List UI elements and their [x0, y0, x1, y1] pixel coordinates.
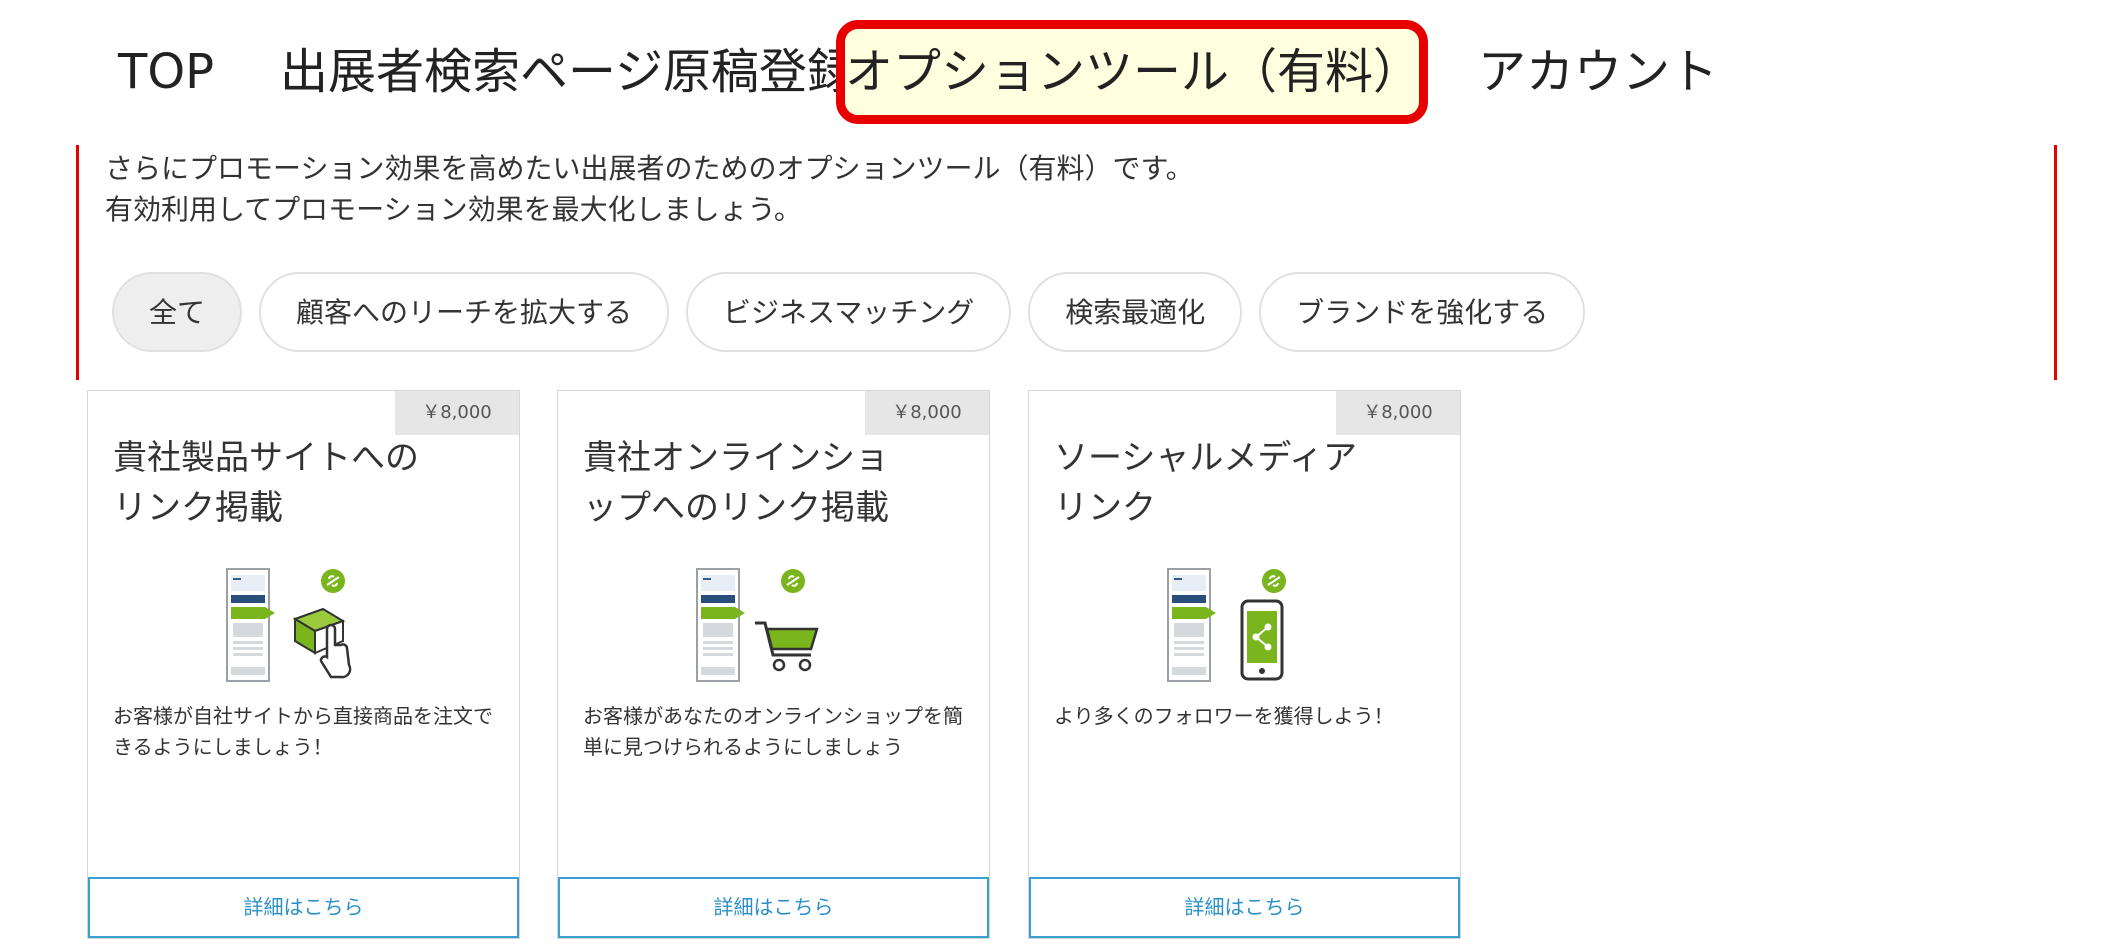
filter-expand-reach[interactable]: 顧客へのリーチを拡大する — [259, 272, 670, 352]
intro-text: さらにプロモーション効果を高めたい出展者のためのオプションツール（有料）です。 … — [105, 148, 1194, 230]
details-button[interactable]: 詳細はこちら — [1029, 877, 1460, 938]
details-button[interactable]: 詳細はこちら — [558, 877, 989, 938]
card-title: ソーシャルメディア リンク — [1054, 433, 1374, 533]
filter-strengthen-brand[interactable]: ブランドを強化する — [1259, 272, 1586, 352]
card-title-line-2: ップへのリンク掲載 — [583, 488, 889, 528]
box-with-hand-icon — [226, 568, 352, 682]
card-title-line-1: 貴社オンラインショ — [583, 438, 889, 478]
price-badge: ￥8,000 — [1336, 391, 1460, 435]
card-description: お客様があなたのオンラインショップを簡単に見つけられるようにしましょう — [583, 704, 963, 759]
intro-line-2: 有効利用してプロモーション効果を最大化しましょう。 — [105, 193, 802, 226]
option-card-product-site-link: ￥8,000 貴社製品サイトへの リンク掲載 お客様が自社サイトから直接商品を注… — [87, 390, 520, 939]
category-filters: 全て 顧客へのリーチを拡大する ビジネスマッチング 検索最適化 ブランドを強化す… — [112, 272, 1586, 352]
tab-account[interactable]: アカウント — [1478, 20, 1718, 124]
panel-border-left — [76, 145, 79, 380]
tab-top[interactable]: TOP — [118, 20, 214, 124]
tab-exhibitor-page-registration[interactable]: 出展者検索ページ原稿登録 — [280, 20, 855, 124]
panel-border-right — [2054, 145, 2057, 380]
filter-business-matching[interactable]: ビジネスマッチング — [686, 272, 1012, 352]
option-card-online-shop-link: ￥8,000 貴社オンラインショ ップへのリンク掲載 お客様があなたのオンライン… — [557, 390, 990, 939]
card-title: 貴社製品サイトへの リンク掲載 — [113, 433, 433, 533]
smartphone-share-icon — [1167, 568, 1286, 682]
card-description: より多くのフォロワーを獲得しよう！ — [1054, 704, 1394, 728]
card-title-line-1: 貴社製品サイトへの — [113, 438, 419, 478]
price-badge: ￥8,000 — [865, 391, 989, 435]
card-title-line-1: ソーシャルメディア — [1054, 438, 1357, 478]
card-title-line-2: リンク — [1054, 488, 1156, 528]
option-card-social-media-link: ￥8,000 ソーシャルメディア リンク より多くのフォロワーを獲得しよう！ 詳… — [1028, 390, 1461, 939]
shopping-cart-icon — [696, 568, 819, 682]
top-nav: TOP 出展者検索ページ原稿登録 オプションツール（有料） アカウント — [0, 0, 2117, 140]
details-button[interactable]: 詳細はこちら — [88, 877, 519, 938]
tab-option-tools[interactable]: オプションツール（有料） — [836, 20, 1428, 124]
filter-search-optimization[interactable]: 検索最適化 — [1028, 272, 1243, 352]
filter-all[interactable]: 全て — [112, 272, 243, 352]
card-title: 貴社オンラインショ ップへのリンク掲載 — [583, 433, 903, 533]
price-badge: ￥8,000 — [395, 391, 519, 435]
card-title-line-2: リンク掲載 — [113, 488, 283, 528]
intro-line-1: さらにプロモーション効果を高めたい出展者のためのオプションツール（有料）です。 — [105, 152, 1194, 185]
card-description: お客様が自社サイトから直接商品を注文できるようにしましょう！ — [113, 704, 493, 759]
